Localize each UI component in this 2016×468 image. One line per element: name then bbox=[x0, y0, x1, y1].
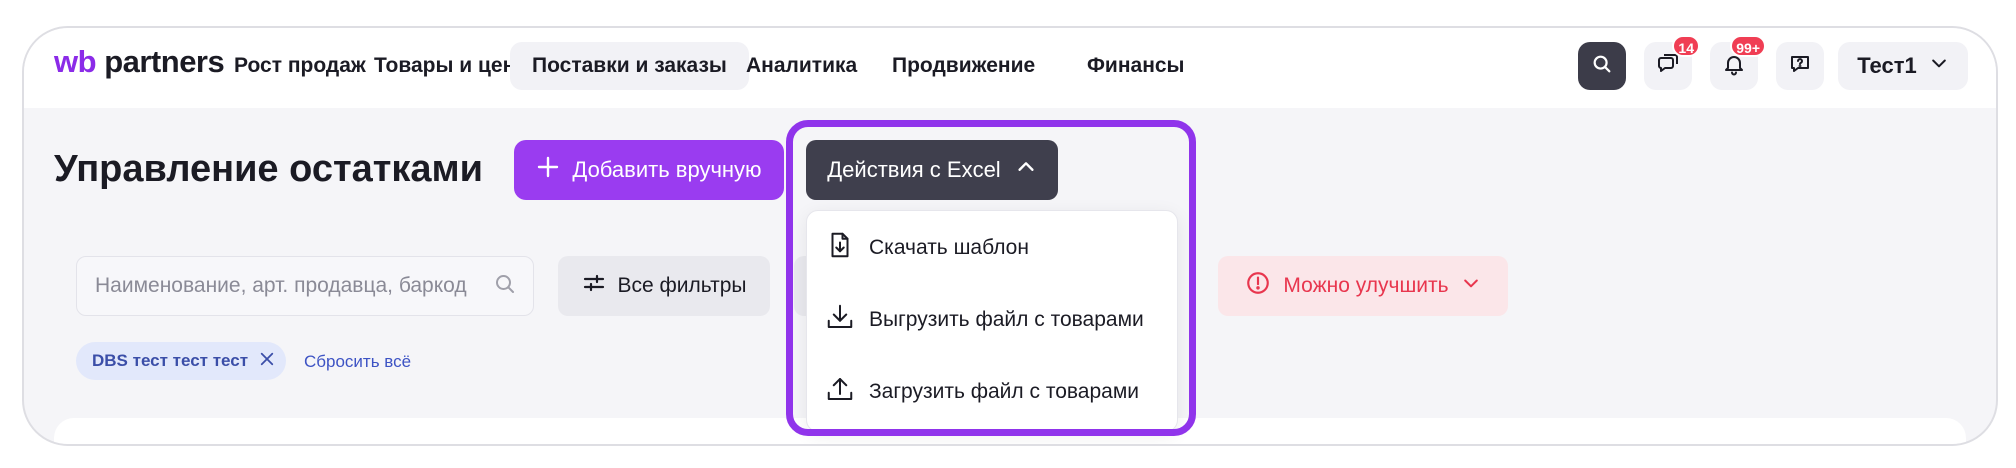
add-manually-label: Добавить вручную bbox=[572, 157, 762, 182]
top-navigation-bar: wb partners Рост продаж Товары и цены По… bbox=[24, 28, 1996, 108]
active-filter-chip-label: DBS тест тест тест bbox=[92, 351, 249, 370]
page-title: Управление остатками bbox=[54, 148, 483, 190]
menu-item-export-products[interactable]: Выгрузить файл с товарами bbox=[825, 300, 1144, 340]
notifications-button[interactable]: 99+ bbox=[1710, 35, 1766, 90]
close-icon[interactable] bbox=[258, 350, 276, 373]
search-field[interactable] bbox=[76, 256, 534, 316]
search-icon bbox=[1591, 53, 1613, 80]
menu-item-label: Скачать шаблон bbox=[869, 236, 1029, 259]
excel-actions-button[interactable]: Действия с Excel bbox=[806, 140, 1058, 200]
search-icon[interactable] bbox=[493, 272, 517, 301]
all-filters-label: Все фильтры bbox=[617, 274, 747, 297]
chevron-down-icon bbox=[1461, 273, 1481, 299]
menu-item-label: Загрузить файл с товарами bbox=[869, 380, 1140, 403]
logo-wb: wb bbox=[54, 44, 97, 79]
upload-icon bbox=[825, 374, 855, 410]
app-window: wb partners Рост продаж Товары и цены По… bbox=[22, 26, 1998, 446]
chevron-down-icon bbox=[1929, 53, 1949, 79]
menu-item-download-template[interactable]: Скачать шаблон bbox=[825, 228, 1029, 268]
search-input[interactable] bbox=[93, 273, 485, 299]
sliders-icon bbox=[582, 271, 606, 301]
search-button[interactable] bbox=[1578, 42, 1626, 90]
menu-item-import-products[interactable]: Загрузить файл с товарами bbox=[825, 372, 1139, 412]
can-improve-label: Можно улучшить bbox=[1283, 274, 1449, 297]
chevron-up-icon bbox=[1015, 156, 1037, 184]
logo-partners: partners bbox=[104, 44, 225, 79]
can-improve-button[interactable]: Можно улучшить bbox=[1218, 256, 1508, 316]
excel-actions-label: Действия с Excel bbox=[827, 157, 1001, 182]
nav-item-finance[interactable]: Финансы bbox=[1065, 42, 1207, 90]
chat-button[interactable]: 14 bbox=[1644, 35, 1700, 90]
nav-item-promotion[interactable]: Продвижение bbox=[870, 42, 1057, 90]
menu-item-label: Выгрузить файл с товарами bbox=[869, 308, 1144, 331]
help-chat-icon bbox=[1788, 52, 1812, 81]
nav-item-supplies-orders[interactable]: Поставки и заказы bbox=[510, 42, 749, 90]
excel-actions-menu: Скачать шаблон Выгрузить файл с товарами… bbox=[806, 210, 1178, 432]
alert-circle-icon bbox=[1245, 270, 1271, 302]
user-name: Тест1 bbox=[1857, 53, 1917, 78]
wb-partners-logo[interactable]: wb partners bbox=[54, 44, 225, 80]
chat-badge: 14 bbox=[1672, 35, 1700, 57]
support-chat-button[interactable] bbox=[1776, 42, 1824, 90]
user-menu-button[interactable]: Тест1 bbox=[1838, 42, 1968, 90]
active-filter-chip[interactable]: DBS тест тест тест bbox=[76, 342, 287, 380]
download-icon bbox=[825, 302, 855, 338]
nav-item-analytics[interactable]: Аналитика bbox=[724, 42, 879, 90]
chat-icon bbox=[1656, 52, 1680, 81]
notifications-badge: 99+ bbox=[1730, 35, 1766, 57]
plus-icon bbox=[536, 155, 560, 185]
file-download-icon bbox=[825, 230, 855, 266]
all-filters-button[interactable]: Все фильтры bbox=[558, 256, 770, 316]
add-manually-button[interactable]: Добавить вручную bbox=[514, 140, 784, 200]
reset-all-link[interactable]: Сбросить всё bbox=[304, 352, 411, 372]
